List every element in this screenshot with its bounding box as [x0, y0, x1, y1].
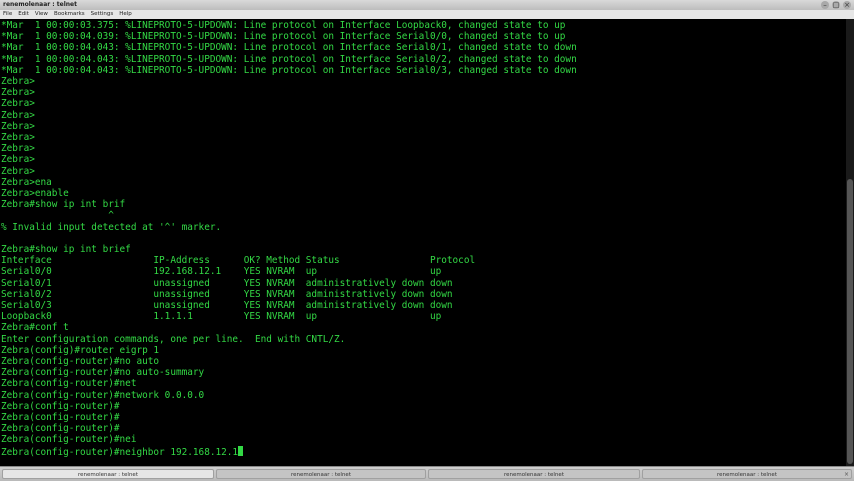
- minimize-icon[interactable]: –: [821, 1, 829, 9]
- terminal-line: Zebra(config-router)#no auto-summary: [1, 367, 205, 379]
- text-cursor: [238, 445, 244, 456]
- tab-3[interactable]: renemolenaar : telnet: [428, 469, 640, 479]
- terminal-line: *Mar 1 00:00:04.043: %LINEPROTO-5-UPDOWN…: [1, 53, 577, 65]
- terminal-line: % Invalid input detected at '^' marker.: [1, 221, 222, 233]
- terminal-line: Interface IP-Address OK? Method Status P…: [1, 255, 476, 267]
- terminal-line: *Mar 1 00:00:04.039: %LINEPROTO-5-UPDOWN…: [1, 31, 566, 43]
- maximize-icon[interactable]: □: [832, 1, 840, 9]
- terminal-line: Zebra>: [1, 120, 35, 132]
- terminal-line: Zebra>: [1, 165, 35, 177]
- terminal-line: *Mar 1 00:00:03.375: %LINEPROTO-5-UPDOWN…: [1, 20, 566, 31]
- terminal-line: Serial0/2 unassigned YES NVRAM administr…: [1, 288, 453, 300]
- window-title: renemolenaar : telnet: [3, 1, 77, 8]
- terminal-output[interactable]: *Mar 1 00:00:03.375: %LINEPROTO-5-UPDOWN…: [0, 19, 846, 466]
- tab-label: renemolenaar : telnet: [504, 472, 564, 478]
- terminal-line: Zebra>: [1, 109, 35, 121]
- terminal-line: Zebra(config-router)#neighbor 192.168.12…: [1, 445, 244, 458]
- terminal-line: Zebra>: [1, 132, 35, 143]
- terminal-line: Zebra(config-router)#no auto: [1, 356, 160, 367]
- tab-label: renemolenaar : telnet: [291, 472, 351, 478]
- terminal-line: Zebra>: [1, 98, 35, 110]
- terminal-line: Zebra>: [1, 154, 35, 166]
- terminal-line: Zebra>enable: [1, 188, 69, 199]
- tab-4[interactable]: renemolenaar : telnet ×: [642, 469, 852, 479]
- terminal-line: Zebra(config-router)#network 0.0.0.0: [1, 389, 205, 401]
- title-bar[interactable]: renemolenaar : telnet – □ ×: [0, 0, 854, 10]
- terminal-line: Zebra(config)#router eigrp 1: [1, 344, 160, 356]
- terminal-line: Zebra>: [1, 76, 35, 87]
- tab-label: renemolenaar : telnet: [717, 472, 777, 478]
- terminal-line: Zebra#show ip int brif: [1, 199, 126, 211]
- terminal-line: Serial0/3 unassigned YES NVRAM administr…: [1, 300, 453, 311]
- terminal-line: Serial0/1 unassigned YES NVRAM administr…: [1, 277, 453, 289]
- menu-edit[interactable]: Edit: [15, 10, 32, 19]
- terminal-line: Zebra(config-router)#: [1, 423, 120, 435]
- tab-close-icon[interactable]: ×: [844, 470, 849, 480]
- tab-bar: renemolenaar : telnet renemolenaar : tel…: [0, 466, 854, 481]
- menu-settings[interactable]: Settings: [88, 10, 117, 19]
- terminal-window: renemolenaar : telnet – □ × File Edit Vi…: [0, 0, 854, 481]
- terminal-line: Zebra>ena: [1, 176, 52, 188]
- menu-view[interactable]: View: [32, 10, 51, 19]
- tab-2[interactable]: renemolenaar : telnet: [216, 469, 426, 479]
- terminal-line: Zebra(config-router)#: [1, 400, 120, 412]
- menu-file[interactable]: File: [0, 10, 15, 19]
- close-icon[interactable]: ×: [843, 1, 851, 9]
- menu-help[interactable]: Help: [116, 10, 135, 19]
- terminal-line: Serial0/0 192.168.12.1 YES NVRAM up up: [1, 266, 442, 278]
- tab-1[interactable]: renemolenaar : telnet: [2, 469, 214, 479]
- terminal-line: Zebra#conf t: [1, 322, 69, 334]
- terminal-line: Zebra(config-router)#nei: [1, 434, 137, 446]
- terminal-line: Zebra>: [1, 87, 35, 99]
- terminal-line: Zebra(config-router)#: [1, 412, 120, 423]
- tab-label: renemolenaar : telnet: [78, 472, 138, 478]
- scrollbar[interactable]: [846, 19, 854, 466]
- terminal-line: ^: [1, 210, 114, 222]
- terminal-line: Enter configuration commands, one per li…: [1, 333, 346, 345]
- terminal-line: Zebra#show ip int brief: [1, 244, 131, 255]
- terminal-line: *Mar 1 00:00:04.043: %LINEPROTO-5-UPDOWN…: [1, 42, 577, 54]
- terminal-line: *Mar 1 00:00:04.043: %LINEPROTO-5-UPDOWN…: [1, 64, 577, 76]
- window-controls: – □ ×: [821, 1, 851, 9]
- scrollbar-thumb[interactable]: [847, 179, 853, 464]
- terminal-line: Zebra>: [1, 143, 35, 155]
- terminal-line: Loopback0 1.1.1.1 YES NVRAM up up: [1, 311, 442, 323]
- terminal-line: Zebra(config-router)#net: [1, 378, 137, 390]
- menu-bookmarks[interactable]: Bookmarks: [51, 10, 88, 19]
